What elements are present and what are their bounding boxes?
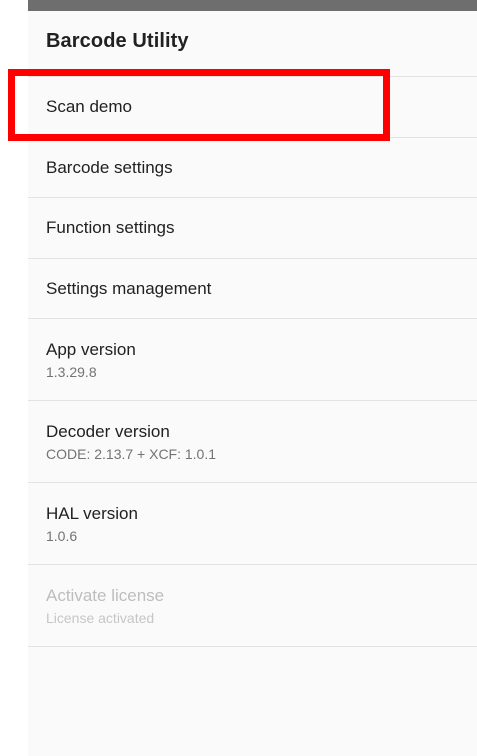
app-title: Barcode Utility [46,30,189,52]
pref-activate-license: Activate license License activated [28,565,477,647]
pref-settings-management[interactable]: Settings management [28,258,477,319]
pref-barcode-settings[interactable]: Barcode settings [28,137,477,198]
pref-function-settings[interactable]: Function settings [28,198,477,259]
pref-title: Scan demo [46,97,132,117]
pref-title: Barcode settings [46,157,173,177]
pref-summary: License activated [46,609,155,626]
pref-hal-version[interactable]: HAL version 1.0.6 [28,483,477,565]
pref-summary: 1.3.29.8 [46,363,97,380]
settings-screen: Barcode Utility Scan demo Barcode settin… [28,0,477,756]
preference-list: Scan demo Barcode settings Function sett… [28,77,477,647]
pref-summary: CODE: 2.13.7 + XCF: 1.0.1 [46,445,217,462]
pref-title: Activate license [46,585,165,605]
pref-app-version[interactable]: App version 1.3.29.8 [28,319,477,401]
pref-decoder-version[interactable]: Decoder version CODE: 2.13.7 + XCF: 1.0.… [28,401,477,483]
pref-summary: 1.0.6 [46,527,78,544]
pref-title: App version [46,339,136,359]
pref-title: Function settings [46,218,175,238]
pref-title: Settings management [46,278,212,298]
pref-scan-demo[interactable]: Scan demo [28,77,477,138]
status-bar [28,0,477,11]
app-bar: Barcode Utility [28,11,477,77]
pref-title: Decoder version [46,421,170,441]
left-margin [0,0,28,756]
pref-title: HAL version [46,503,138,523]
